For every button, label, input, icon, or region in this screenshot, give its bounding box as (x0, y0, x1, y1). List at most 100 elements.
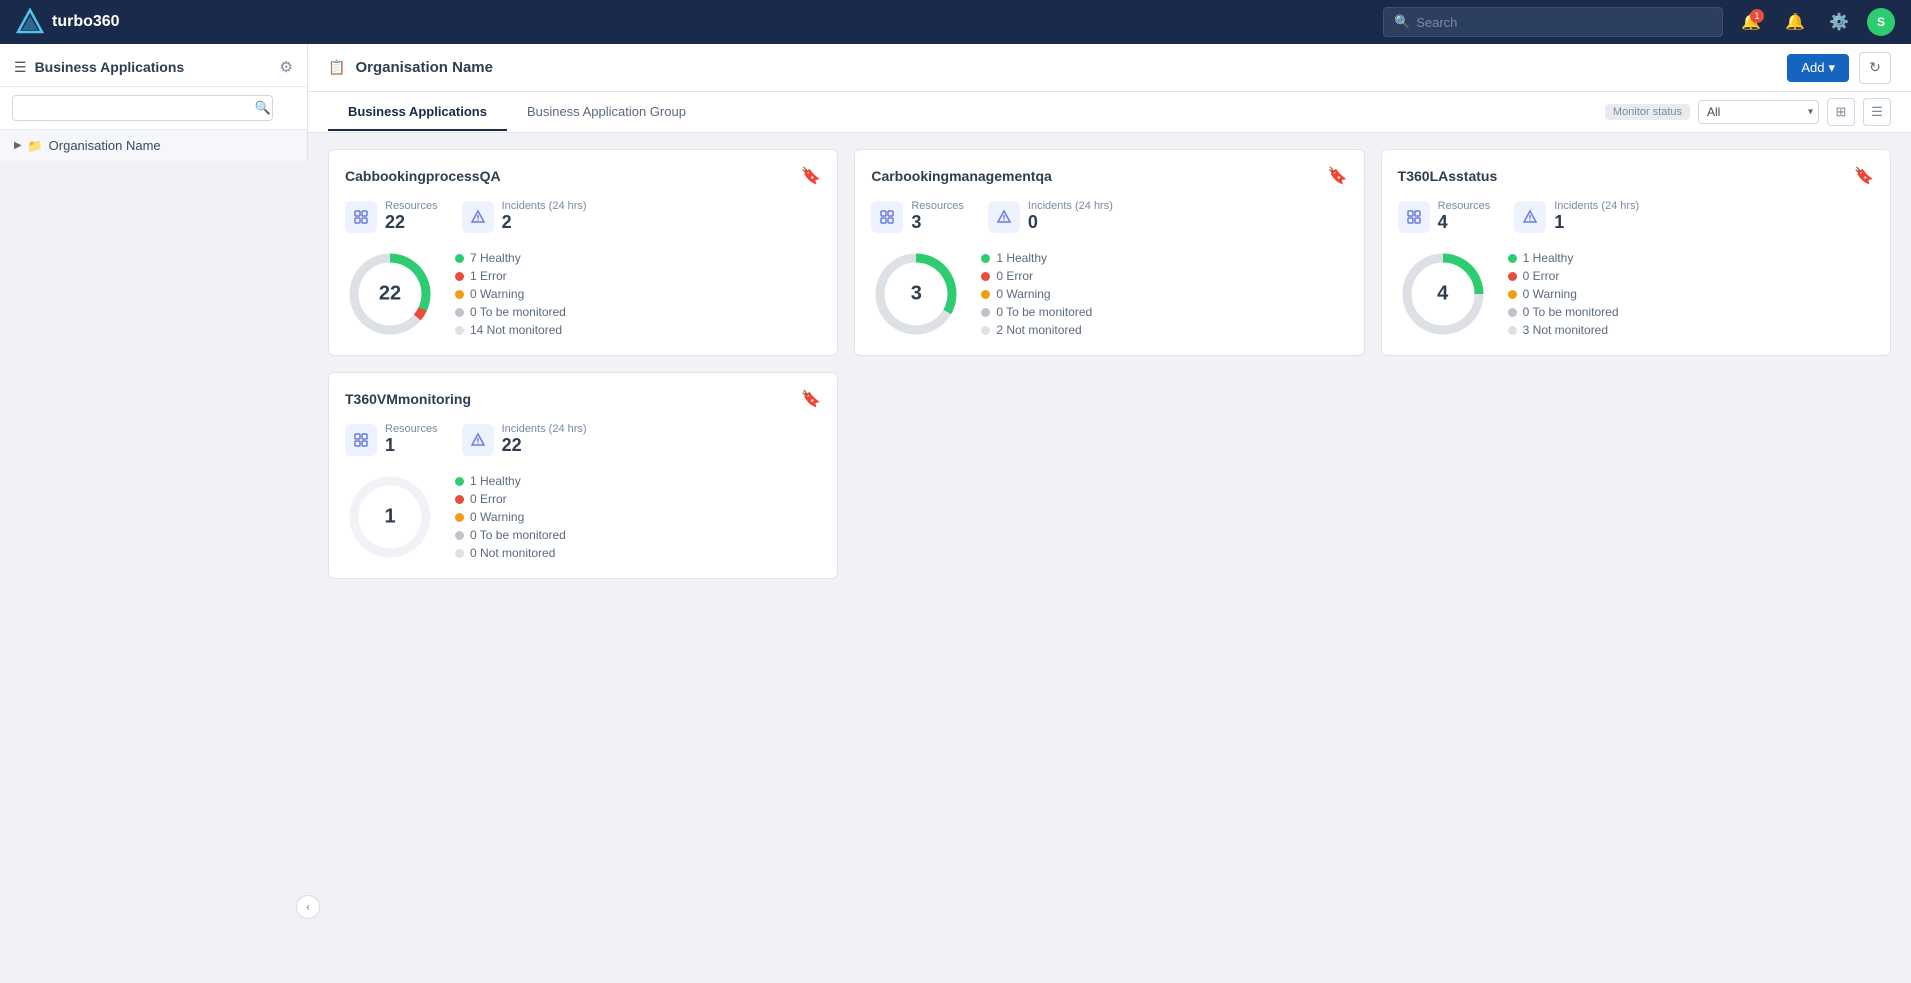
card-body: 4 1 Healthy 0 Error 0 Warning 0 To be mo… (1398, 249, 1874, 339)
incidents-icon (988, 201, 1020, 233)
logo[interactable]: turbo360 (16, 8, 120, 36)
incidents-value: 0 (1028, 212, 1113, 233)
resources-info: Resources 4 (1438, 200, 1491, 233)
tab-business-application-group[interactable]: Business Application Group (507, 94, 706, 131)
legend: 1 Healthy 0 Error 0 Warning 0 To be moni… (981, 251, 1092, 337)
legend-item-1: 0 Error (1508, 269, 1619, 283)
refresh-button[interactable]: ↻ (1859, 52, 1891, 84)
alert-icon: 🔔 (1785, 12, 1805, 32)
sidebar-settings-icon[interactable]: ⚙ (280, 58, 293, 76)
resources-info: Resources 22 (385, 200, 438, 233)
navbar: turbo360 🔍 🔔 1 🔔 ⚙️ S (0, 0, 1911, 44)
header-folder-icon: 📋 (328, 59, 345, 76)
legend-item-4: 0 Not monitored (455, 546, 566, 560)
legend-dot-4 (981, 326, 990, 335)
tab-business-applications[interactable]: Business Applications (328, 94, 507, 131)
resources-value: 3 (911, 212, 964, 233)
app-layout: ☰ Business Applications ⚙ 🔍 ▶ 📁 Organisa… (0, 44, 1911, 939)
incidents-icon (462, 201, 494, 233)
legend-item-3: 0 To be monitored (455, 305, 566, 319)
sidebar-search-bar[interactable]: 🔍 (0, 87, 307, 130)
legend: 1 Healthy 0 Error 0 Warning 0 To be moni… (455, 474, 566, 560)
legend-dot-1 (455, 495, 464, 504)
legend-dot-0 (981, 254, 990, 263)
sidebar-title: Business Applications (35, 59, 185, 75)
notifications-button[interactable]: 🔔 1 (1735, 6, 1767, 38)
donut-label: 4 (1437, 283, 1448, 306)
search-icon: 🔍 (1394, 14, 1410, 30)
sidebar-collapse-button[interactable]: ‹ (296, 895, 320, 919)
legend-item-0: 1 Healthy (455, 474, 566, 488)
bookmark-icon[interactable]: 🔖 (1854, 166, 1874, 186)
sidebar-search-icon: 🔍 (255, 100, 271, 116)
legend-dot-2 (1508, 290, 1517, 299)
app-card-card-t360la: T360LAsstatus 🔖 Resources 4 (1381, 149, 1891, 356)
sidebar-title-row: ☰ Business Applications (14, 59, 184, 76)
card-body: 3 1 Healthy 0 Error 0 Warning 0 To be mo… (871, 249, 1347, 339)
main-content: 📋 Organisation Name Add ▾ ↻ Business App… (308, 44, 1911, 939)
legend-item-4: 3 Not monitored (1508, 323, 1619, 337)
legend-label-2: 0 Warning (1523, 287, 1577, 301)
card-header: Carbookingmanagementqa 🔖 (871, 166, 1347, 186)
donut-chart: 3 (871, 249, 961, 339)
cards-area: CabbookingprocessQA 🔖 Resources 22 (308, 133, 1911, 939)
legend-dot-2 (455, 290, 464, 299)
resources-label: Resources (1438, 200, 1491, 212)
page-title: Organisation Name (355, 59, 1777, 76)
bookmark-icon[interactable]: 🔖 (1328, 166, 1348, 186)
settings-button[interactable]: ⚙️ (1823, 6, 1855, 38)
sidebar: ☰ Business Applications ⚙ 🔍 ▶ 📁 Organisa… (0, 44, 308, 161)
legend-label-4: 14 Not monitored (470, 323, 562, 337)
monitor-status-filter[interactable]: All Monitored Not monitored To be monito… (1698, 100, 1819, 124)
legend-dot-2 (455, 513, 464, 522)
incidents-info: Incidents (24 hrs) 2 (502, 200, 587, 233)
resources-icon (871, 201, 903, 233)
sidebar-item-org[interactable]: ▶ 📁 Organisation Name (0, 130, 307, 161)
legend-dot-1 (1508, 272, 1517, 281)
legend-label-2: 0 Warning (996, 287, 1050, 301)
legend-label-1: 1 Error (470, 269, 507, 283)
add-button[interactable]: Add ▾ (1787, 54, 1849, 82)
resources-value: 1 (385, 435, 438, 456)
card-title: T360VMmonitoring (345, 391, 471, 407)
search-bar[interactable]: 🔍 (1383, 7, 1723, 37)
avatar[interactable]: S (1867, 8, 1895, 36)
cards-grid: CabbookingprocessQA 🔖 Resources 22 (328, 149, 1891, 579)
legend-label-4: 2 Not monitored (996, 323, 1081, 337)
sidebar-search-input[interactable] (12, 95, 273, 121)
notification-badge: 1 (1750, 9, 1764, 23)
legend-label-2: 0 Warning (470, 510, 524, 524)
donut-chart: 22 (345, 249, 435, 339)
legend-label-0: 7 Healthy (470, 251, 521, 265)
search-input[interactable] (1416, 15, 1712, 30)
card-stats: Resources 1 Incidents (24 hrs) 22 (345, 423, 821, 456)
legend-dot-2 (981, 290, 990, 299)
sidebar-header: ☰ Business Applications ⚙ (0, 44, 307, 87)
incidents-stat: Incidents (24 hrs) 1 (1514, 200, 1639, 233)
resources-label: Resources (385, 423, 438, 435)
incidents-info: Incidents (24 hrs) 22 (502, 423, 587, 456)
card-view-button[interactable]: ⊞ (1827, 98, 1855, 126)
tab-business-applications-label: Business Applications (348, 104, 487, 119)
legend-dot-1 (981, 272, 990, 281)
monitor-status-select[interactable]: All Monitored Not monitored To be monito… (1698, 100, 1819, 124)
add-chevron-icon: ▾ (1828, 60, 1835, 76)
logo-icon (16, 8, 44, 36)
incidents-label: Incidents (24 hrs) (502, 200, 587, 212)
resources-info: Resources 1 (385, 423, 438, 456)
tab-business-application-group-label: Business Application Group (527, 104, 686, 119)
legend-item-0: 7 Healthy (455, 251, 566, 265)
list-view-button[interactable]: ☰ (1863, 98, 1891, 126)
bookmark-icon[interactable]: 🔖 (801, 389, 821, 409)
app-card-card-cab-qa: CabbookingprocessQA 🔖 Resources 22 (328, 149, 838, 356)
donut-chart: 1 (345, 472, 435, 562)
bookmark-icon[interactable]: 🔖 (801, 166, 821, 186)
incidents-label: Incidents (24 hrs) (502, 423, 587, 435)
incidents-icon (1514, 201, 1546, 233)
donut-label: 1 (384, 506, 395, 529)
resources-info: Resources 3 (911, 200, 964, 233)
alerts-button[interactable]: 🔔 (1779, 6, 1811, 38)
tabs-row: Business Applications Business Applicati… (308, 92, 1911, 133)
legend-item-0: 1 Healthy (1508, 251, 1619, 265)
incidents-label: Incidents (24 hrs) (1028, 200, 1113, 212)
